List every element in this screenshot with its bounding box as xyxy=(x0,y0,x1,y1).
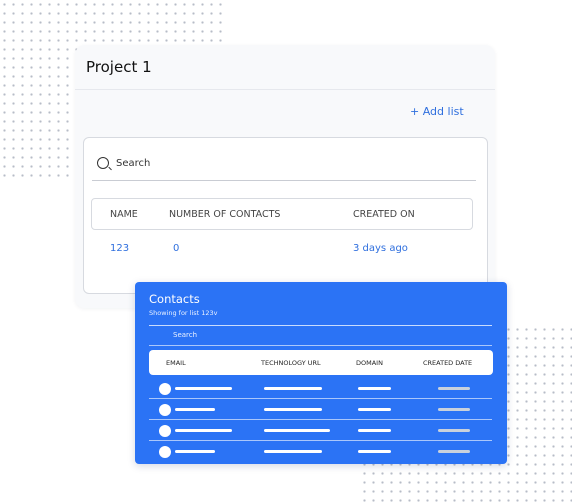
domain-placeholder-bar xyxy=(358,408,391,411)
page-title: Project 1 xyxy=(86,58,152,76)
contacts-panel: Contacts Showing for list 123v Search EM… xyxy=(135,282,507,464)
created-date-placeholder-bar xyxy=(438,429,470,432)
list-contact-count[interactable]: 0 xyxy=(173,243,179,254)
avatar xyxy=(159,446,171,458)
technology-url-placeholder-bar xyxy=(264,429,330,432)
email-placeholder-bar xyxy=(175,429,232,432)
created-date-placeholder-bar xyxy=(438,387,470,390)
search-placeholder: Search xyxy=(116,157,151,169)
search-icon xyxy=(97,157,109,169)
avatar xyxy=(159,383,171,395)
created-date-placeholder-bar xyxy=(438,450,470,453)
column-header-technology-url: TECHNOLOGY URL xyxy=(261,359,321,367)
divider xyxy=(149,325,492,326)
domain-placeholder-bar xyxy=(358,429,391,432)
domain-placeholder-bar xyxy=(358,450,391,453)
column-header-number-of-contacts: NUMBER OF CONTACTS xyxy=(169,208,281,220)
contacts-search-input[interactable]: Search xyxy=(173,331,197,339)
project-card: Project 1 + Add list Search NAME NUMBER … xyxy=(75,45,495,308)
created-date-placeholder-bar xyxy=(438,408,470,411)
column-header-name: NAME xyxy=(110,208,138,220)
email-placeholder-bar xyxy=(175,450,215,453)
project-header: Project 1 xyxy=(75,45,495,90)
contacts-table-header: EMAIL TECHNOLOGY URL DOMAIN CREATED DATE xyxy=(149,350,493,375)
add-list-button[interactable]: + Add list xyxy=(410,105,464,118)
list-name-link[interactable]: 123 xyxy=(110,243,129,254)
column-header-email: EMAIL xyxy=(166,359,186,367)
contacts-title: Contacts xyxy=(149,292,200,306)
list-created-on: 3 days ago xyxy=(353,243,408,254)
table-row[interactable] xyxy=(149,399,492,420)
lists-panel: Search NAME NUMBER OF CONTACTS CREATED O… xyxy=(83,137,488,294)
search-input[interactable]: Search xyxy=(92,146,476,181)
avatar xyxy=(159,404,171,416)
avatar xyxy=(159,425,171,437)
table-row[interactable] xyxy=(149,420,492,441)
technology-url-placeholder-bar xyxy=(264,408,322,411)
email-placeholder-bar xyxy=(175,387,232,390)
table-header: NAME NUMBER OF CONTACTS CREATED ON xyxy=(91,198,473,230)
technology-url-placeholder-bar xyxy=(264,450,322,453)
table-row[interactable]: 123 0 3 days ago xyxy=(91,235,471,265)
table-row[interactable] xyxy=(149,378,492,399)
table-row[interactable] xyxy=(149,441,492,461)
email-placeholder-bar xyxy=(175,408,215,411)
column-header-created-date: CREATED DATE xyxy=(423,359,473,367)
technology-url-placeholder-bar xyxy=(264,387,322,390)
column-header-created-on: CREATED ON xyxy=(353,208,415,220)
column-header-domain: DOMAIN xyxy=(356,359,383,367)
contacts-subtitle: Showing for list 123v xyxy=(149,309,218,317)
domain-placeholder-bar xyxy=(358,387,391,390)
divider xyxy=(149,345,492,346)
